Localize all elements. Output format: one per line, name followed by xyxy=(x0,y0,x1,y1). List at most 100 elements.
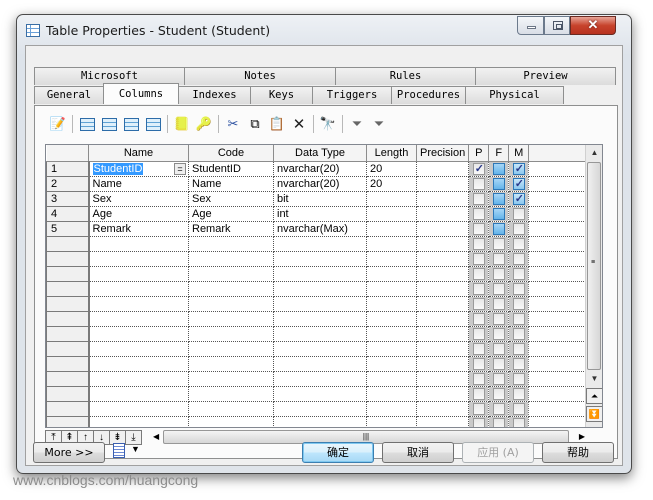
column-header-code[interactable]: Code xyxy=(188,145,274,162)
cut-button[interactable]: ✂ xyxy=(222,113,244,135)
code-cell[interactable] xyxy=(188,251,274,267)
data-type-cell[interactable] xyxy=(273,266,367,282)
row-number[interactable] xyxy=(46,325,90,342)
add-row-button[interactable] xyxy=(98,113,120,135)
mandatory-checkbox[interactable] xyxy=(508,236,530,252)
mandatory-checkbox[interactable] xyxy=(508,221,530,237)
row-number[interactable] xyxy=(46,295,90,312)
precision-cell[interactable] xyxy=(416,416,470,427)
primary-key-checkbox[interactable] xyxy=(468,236,490,252)
data-type-cell[interactable] xyxy=(273,236,367,252)
name-cell[interactable] xyxy=(88,416,189,427)
foreign-key-checkbox[interactable] xyxy=(488,191,510,207)
row-number[interactable]: 4 xyxy=(46,205,90,222)
primary-key-checkbox[interactable] xyxy=(468,206,490,222)
foreign-key-checkbox[interactable] xyxy=(488,206,510,222)
mandatory-checkbox[interactable] xyxy=(508,371,530,387)
mandatory-checkbox[interactable] xyxy=(508,206,530,222)
length-cell[interactable] xyxy=(366,206,417,222)
foreign-key-checkbox[interactable] xyxy=(488,401,510,417)
foreign-key-checkbox[interactable] xyxy=(488,296,510,312)
table-row-empty[interactable] xyxy=(46,415,589,427)
name-cell[interactable]: Sex xyxy=(88,191,189,207)
length-cell[interactable] xyxy=(366,281,417,297)
data-type-cell[interactable] xyxy=(273,386,367,402)
precision-cell[interactable] xyxy=(416,191,470,207)
primary-key-checkbox[interactable] xyxy=(468,266,490,282)
length-cell[interactable] xyxy=(366,326,417,342)
row-number[interactable] xyxy=(46,235,90,252)
page-up-button[interactable]: ⏶ xyxy=(586,388,602,404)
tab-preview[interactable]: Preview xyxy=(475,67,616,85)
row-number[interactable] xyxy=(46,280,90,297)
primary-key-checkbox[interactable] xyxy=(468,251,490,267)
foreign-key-checkbox[interactable] xyxy=(488,356,510,372)
foreign-key-checkbox[interactable] xyxy=(488,341,510,357)
data-type-cell[interactable] xyxy=(273,356,367,372)
row-number[interactable] xyxy=(46,400,90,417)
name-cell[interactable] xyxy=(88,311,189,327)
row-number[interactable] xyxy=(46,385,90,402)
mandatory-checkbox[interactable] xyxy=(508,176,530,192)
column-header-f[interactable]: F xyxy=(488,145,510,162)
mandatory-checkbox[interactable] xyxy=(508,416,530,427)
table-row[interactable]: 2 Name Name nvarchar(20) 20 xyxy=(46,175,589,192)
precision-cell[interactable] xyxy=(416,371,470,387)
column-header-p[interactable]: P xyxy=(468,145,490,162)
row-number[interactable] xyxy=(46,250,90,267)
name-cell[interactable] xyxy=(88,326,189,342)
precision-cell[interactable] xyxy=(416,386,470,402)
name-cell[interactable] xyxy=(88,236,189,252)
name-cell[interactable]: StudentID = xyxy=(88,161,189,177)
tab-triggers[interactable]: Triggers xyxy=(312,86,392,104)
data-type-cell[interactable]: nvarchar(Max) xyxy=(273,221,367,237)
mandatory-checkbox[interactable] xyxy=(508,161,530,177)
row-number[interactable]: 1 xyxy=(46,160,90,177)
table-row-empty[interactable] xyxy=(46,235,589,252)
data-type-cell[interactable]: bit xyxy=(273,191,367,207)
table-row-empty[interactable] xyxy=(46,325,589,342)
tab-notes[interactable]: Notes xyxy=(184,67,336,85)
table-row-empty[interactable] xyxy=(46,295,589,312)
code-cell[interactable] xyxy=(188,416,274,427)
name-cell[interactable]: Name xyxy=(88,176,189,192)
precision-cell[interactable] xyxy=(416,356,470,372)
precision-cell[interactable] xyxy=(416,281,470,297)
foreign-key-checkbox[interactable] xyxy=(488,326,510,342)
properties-button[interactable]: 📝 xyxy=(47,113,69,135)
mandatory-checkbox[interactable] xyxy=(508,356,530,372)
dropdown-arrow-icon[interactable]: ▼ xyxy=(131,444,140,454)
name-code-sync-button[interactable]: = xyxy=(174,162,186,175)
data-type-cell[interactable] xyxy=(273,371,367,387)
precision-cell[interactable] xyxy=(416,206,470,222)
foreign-key-checkbox[interactable] xyxy=(488,251,510,267)
precision-cell[interactable] xyxy=(416,251,470,267)
length-cell[interactable] xyxy=(366,386,417,402)
code-cell[interactable] xyxy=(188,401,274,417)
name-cell[interactable] xyxy=(88,251,189,267)
primary-key-checkbox[interactable] xyxy=(468,386,490,402)
foreign-key-checkbox[interactable] xyxy=(488,266,510,282)
table-row[interactable]: 4 Age Age int xyxy=(46,205,589,222)
primary-key-checkbox[interactable] xyxy=(468,356,490,372)
primary-key-checkbox[interactable] xyxy=(468,371,490,387)
code-cell[interactable] xyxy=(188,266,274,282)
enable-filter-button[interactable]: ⏷ xyxy=(368,113,390,135)
name-cell[interactable] xyxy=(88,401,189,417)
new-template-button[interactable]: 📒 xyxy=(171,113,193,135)
code-cell[interactable] xyxy=(188,371,274,387)
precision-cell[interactable] xyxy=(416,236,470,252)
mandatory-checkbox[interactable] xyxy=(508,191,530,207)
table-row[interactable]: 3 Sex Sex bit xyxy=(46,190,589,207)
apply-template-button[interactable]: 🔑 xyxy=(193,113,215,135)
primary-key-checkbox[interactable] xyxy=(468,326,490,342)
code-cell[interactable] xyxy=(188,281,274,297)
column-header-length[interactable]: Length xyxy=(366,145,417,162)
column-header-m[interactable]: M xyxy=(508,145,530,162)
vertical-scroll-thumb[interactable]: ≡ xyxy=(587,162,601,370)
name-cell[interactable] xyxy=(88,266,189,282)
more-button[interactable]: More >> xyxy=(33,442,105,463)
mandatory-checkbox[interactable] xyxy=(508,326,530,342)
length-cell[interactable] xyxy=(366,236,417,252)
data-type-cell[interactable]: int xyxy=(273,206,367,222)
